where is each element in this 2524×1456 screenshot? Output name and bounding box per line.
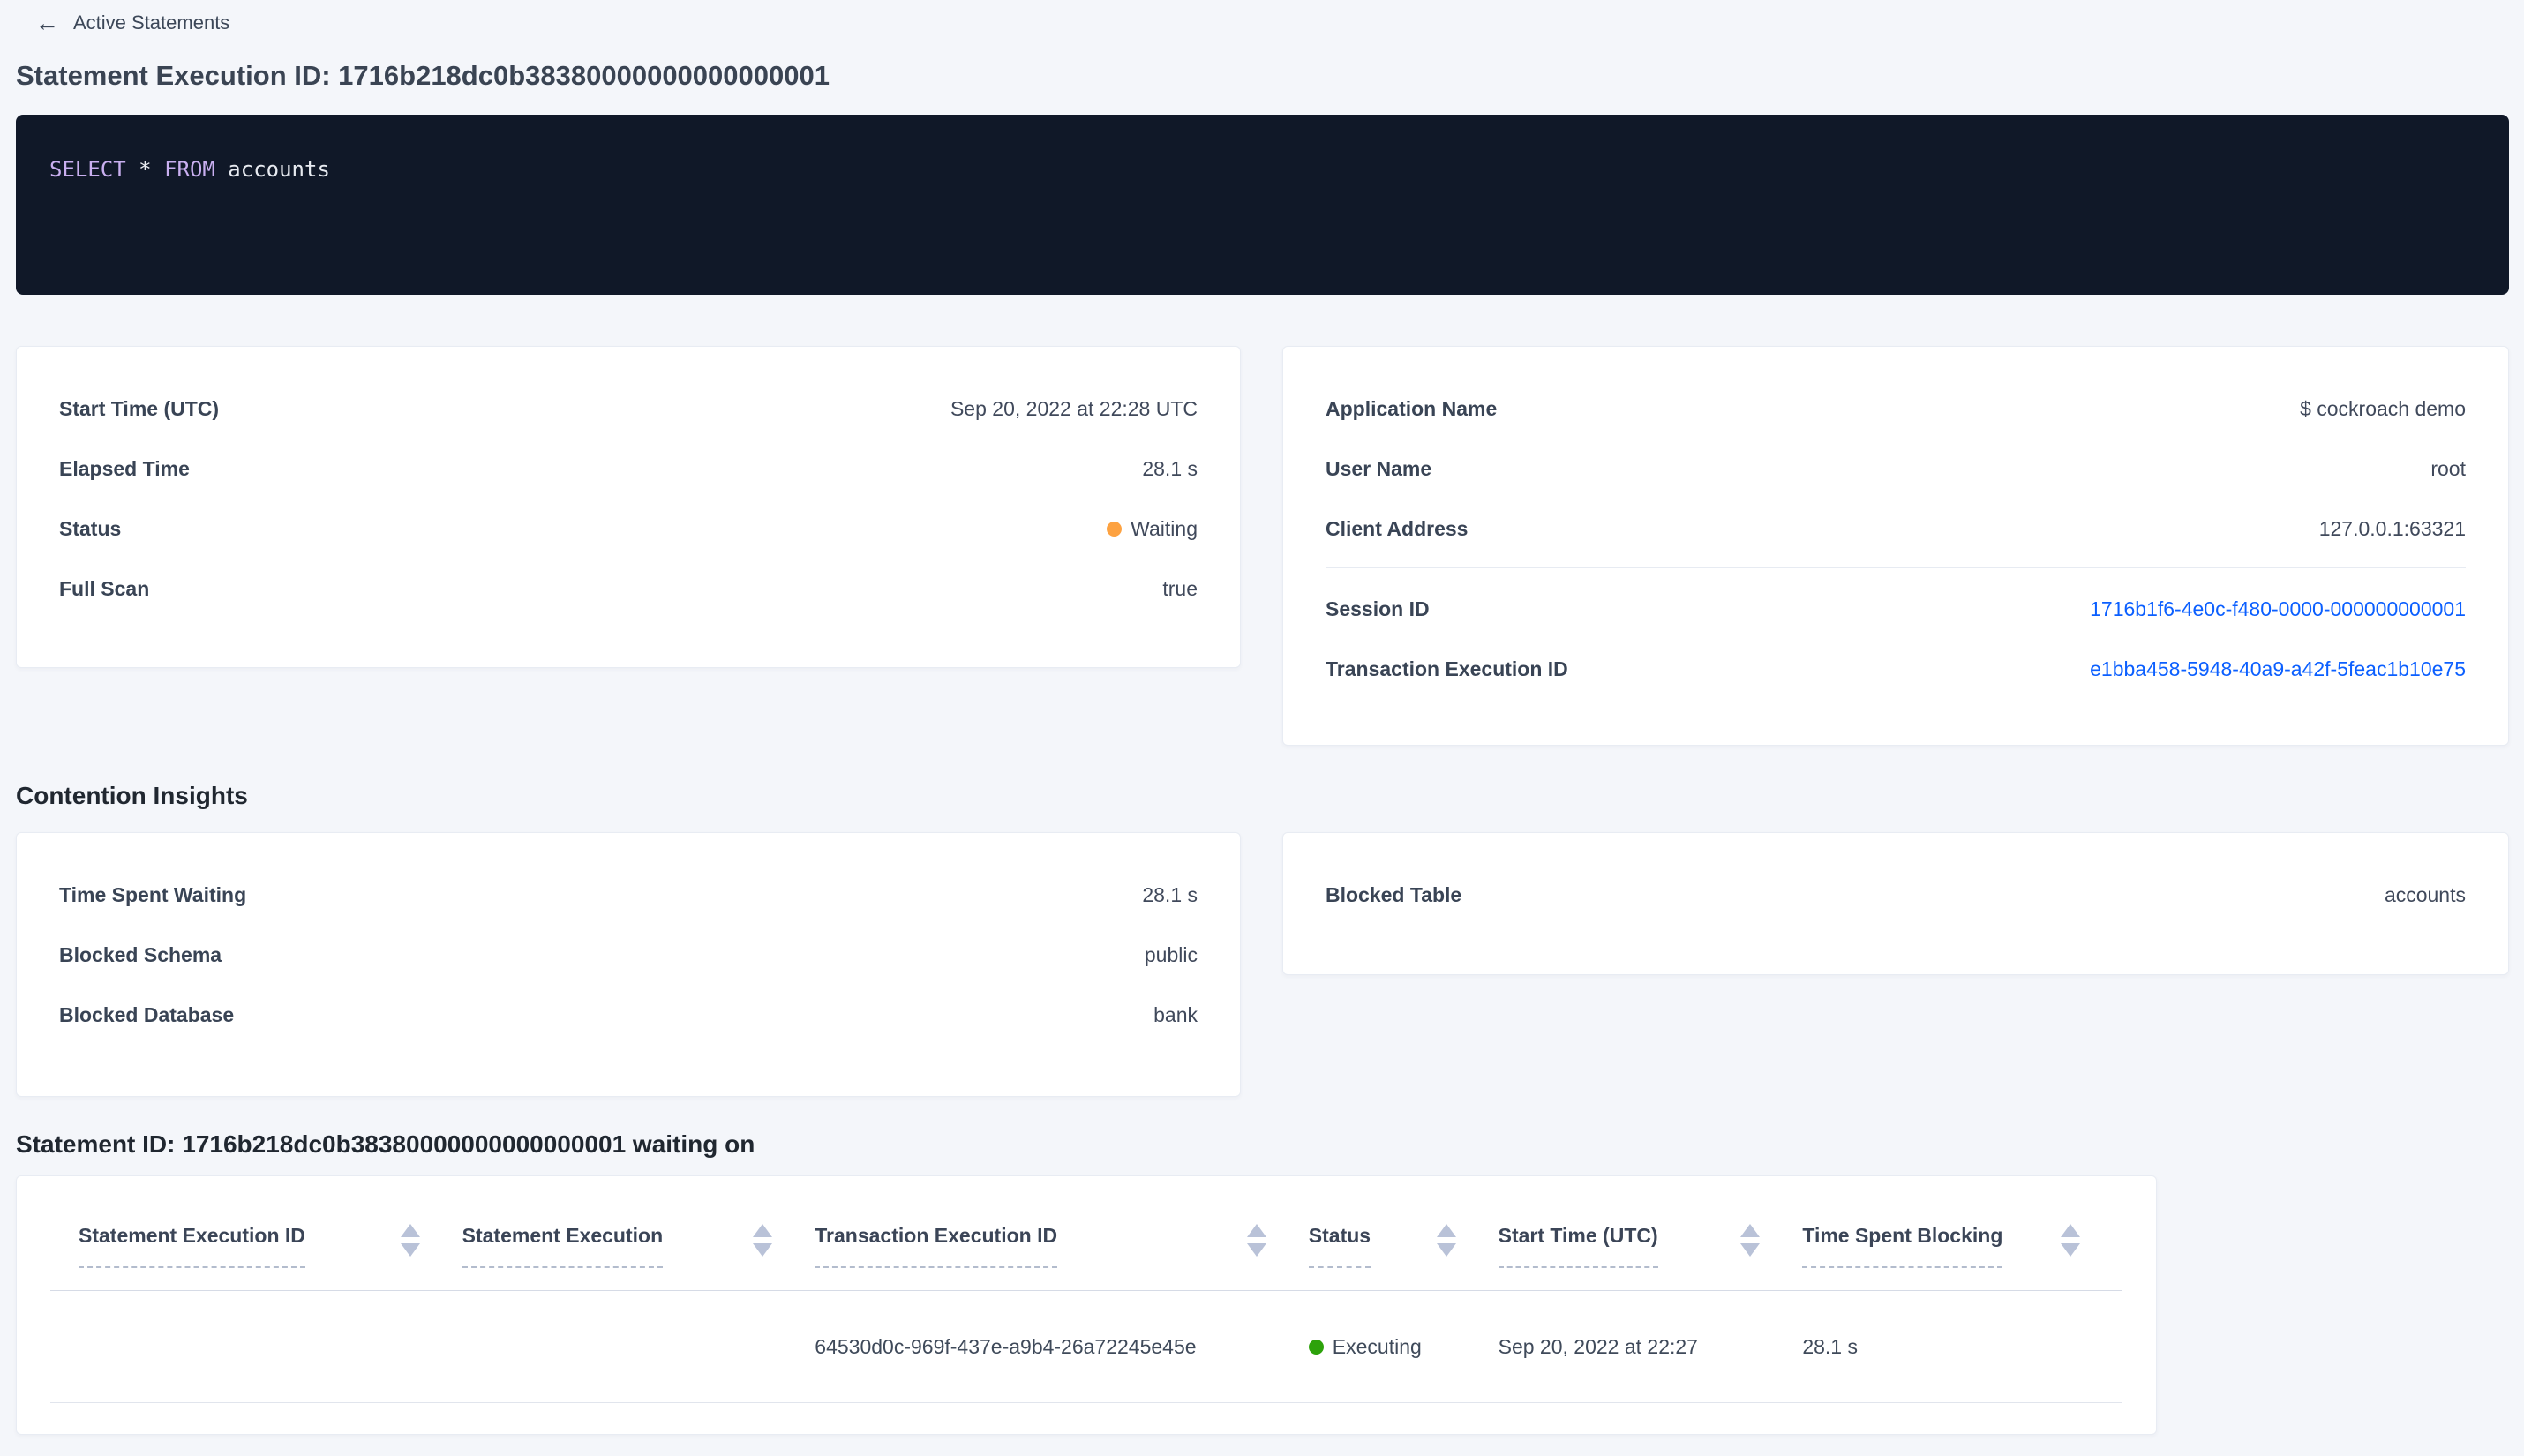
elapsed-time-value: 28.1 s <box>1142 456 1198 480</box>
blocked-table-value: accounts <box>2384 882 2466 906</box>
client-address-label: Client Address <box>1326 516 1469 540</box>
sort-icon <box>400 1224 420 1257</box>
column-header-statement-execution-id[interactable]: Statement Execution ID <box>50 1176 462 1290</box>
sql-keyword: FROM <box>164 157 215 182</box>
session-id-label: Session ID <box>1326 597 1430 620</box>
time-spent-waiting-label: Time Spent Waiting <box>59 882 247 906</box>
column-header-label: Start Time (UTC) <box>1498 1222 1658 1268</box>
sql-statement-box: SELECT * FROM accounts <box>16 115 2509 295</box>
column-header-label: Status <box>1308 1222 1371 1268</box>
column-header-label: Statement Execution ID <box>79 1222 305 1268</box>
user-name-label: User Name <box>1326 456 1432 480</box>
column-header-label: Statement Execution <box>462 1222 664 1268</box>
column-header-status[interactable]: Status <box>1308 1176 1499 1290</box>
status-waiting-dot-icon <box>1107 521 1123 537</box>
contention-insights-heading: Contention Insights <box>16 782 248 809</box>
back-arrow-icon: ← <box>35 9 59 36</box>
status-value: Waiting <box>1131 516 1198 540</box>
back-link-label: Active Statements <box>73 11 230 34</box>
session-id-link[interactable]: 1716b1f6-4e0c-f480-0000-000000000001 <box>2090 597 2466 621</box>
page-title: Statement Execution ID: 1716b218dc0b3838… <box>16 60 830 91</box>
time-spent-waiting-row: Time Spent Waiting 28.1 s <box>17 865 1240 925</box>
user-name-value: root <box>2430 456 2466 480</box>
elapsed-time-label: Elapsed Time <box>59 456 190 480</box>
blocked-schema-label: Blocked Schema <box>59 942 222 966</box>
cell-start-time: Sep 20, 2022 at 22:27 <box>1498 1334 1698 1358</box>
table-header-row: Statement Execution ID Statement Executi… <box>50 1176 2122 1291</box>
cell-time-spent-blocking: 28.1 s <box>1802 1334 1858 1358</box>
session-card: Application Name $ cockroach demo User N… <box>1282 346 2509 746</box>
full-scan-label: Full Scan <box>59 576 150 600</box>
transaction-execution-id-link[interactable]: e1bba458-5948-40a9-a42f-5feac1b10e75 <box>2090 657 2466 681</box>
column-header-label: Time Spent Blocking <box>1802 1222 2003 1268</box>
sort-icon <box>2061 1224 2080 1257</box>
blocked-table-card: Blocked Table accounts <box>1282 832 2509 975</box>
card-divider <box>1326 567 2466 568</box>
status-label: Status <box>59 516 122 540</box>
session-id-row: Session ID 1716b1f6-4e0c-f480-0000-00000… <box>1283 579 2508 639</box>
column-header-label: Transaction Execution ID <box>815 1222 1058 1268</box>
blocked-database-value: bank <box>1153 1002 1198 1026</box>
application-name-row: Application Name $ cockroach demo <box>1283 379 2508 439</box>
start-time-label: Start Time (UTC) <box>59 396 220 420</box>
blocked-table-label: Blocked Table <box>1326 882 1462 906</box>
application-name-label: Application Name <box>1326 396 1498 420</box>
sort-icon <box>1436 1224 1456 1257</box>
application-name-value: $ cockroach demo <box>2300 396 2466 420</box>
user-name-row: User Name root <box>1283 439 2508 499</box>
blocked-schema-row: Blocked Schema public <box>17 925 1240 985</box>
sort-icon <box>753 1224 773 1257</box>
overview-card: Start Time (UTC) Sep 20, 2022 at 22:28 U… <box>16 346 1241 668</box>
column-header-start-time[interactable]: Start Time (UTC) <box>1498 1176 1803 1290</box>
column-header-time-spent-blocking[interactable]: Time Spent Blocking <box>1802 1176 2122 1290</box>
column-header-statement-execution[interactable]: Statement Execution <box>462 1176 815 1290</box>
time-spent-waiting-value: 28.1 s <box>1142 882 1198 906</box>
full-scan-value: true <box>1162 576 1198 600</box>
contention-card: Time Spent Waiting 28.1 s Blocked Schema… <box>16 832 1241 1097</box>
blocked-schema-value: public <box>1144 942 1198 966</box>
blocked-table-row: Blocked Table accounts <box>1283 865 2508 925</box>
back-link-active-statements[interactable]: ← Active Statements <box>16 5 229 41</box>
cell-status: Executing <box>1308 1334 1499 1359</box>
status-row: Status Waiting <box>17 499 1240 559</box>
table-row: 64530d0c-969f-437e-a9b4-26a72245e45e Exe… <box>50 1291 2122 1403</box>
full-scan-row: Full Scan true <box>17 559 1240 619</box>
cell-transaction-execution-id: 64530d0c-969f-437e-a9b4-26a72245e45e <box>815 1334 1197 1358</box>
blocked-database-label: Blocked Database <box>59 1002 235 1026</box>
sql-operator: * <box>125 157 165 182</box>
waiting-on-table: Statement Execution ID Statement Executi… <box>16 1175 2157 1435</box>
client-address-row: Client Address 127.0.0.1:63321 <box>1283 499 2508 559</box>
cell-status-value: Executing <box>1332 1334 1422 1358</box>
sort-icon <box>1740 1224 1761 1257</box>
waiting-on-heading: Statement ID: 1716b218dc0b38380000000000… <box>16 1130 755 1158</box>
blocked-database-row: Blocked Database bank <box>17 985 1240 1045</box>
start-time-row: Start Time (UTC) Sep 20, 2022 at 22:28 U… <box>17 379 1240 439</box>
status-executing-dot-icon <box>1308 1339 1324 1355</box>
client-address-value: 127.0.0.1:63321 <box>2318 516 2466 540</box>
sql-identifier: accounts <box>214 157 330 182</box>
sort-icon <box>1246 1224 1266 1257</box>
statement-execution-detail-page: ← Active Statements Statement Execution … <box>0 0 2524 1435</box>
elapsed-time-row: Elapsed Time 28.1 s <box>17 439 1240 499</box>
transaction-execution-id-label: Transaction Execution ID <box>1326 657 1568 680</box>
start-time-value: Sep 20, 2022 at 22:28 UTC <box>950 396 1198 420</box>
sql-keyword: SELECT <box>49 157 126 182</box>
column-header-transaction-execution-id[interactable]: Transaction Execution ID <box>815 1176 1309 1290</box>
transaction-execution-id-row: Transaction Execution ID e1bba458-5948-4… <box>1283 639 2508 699</box>
